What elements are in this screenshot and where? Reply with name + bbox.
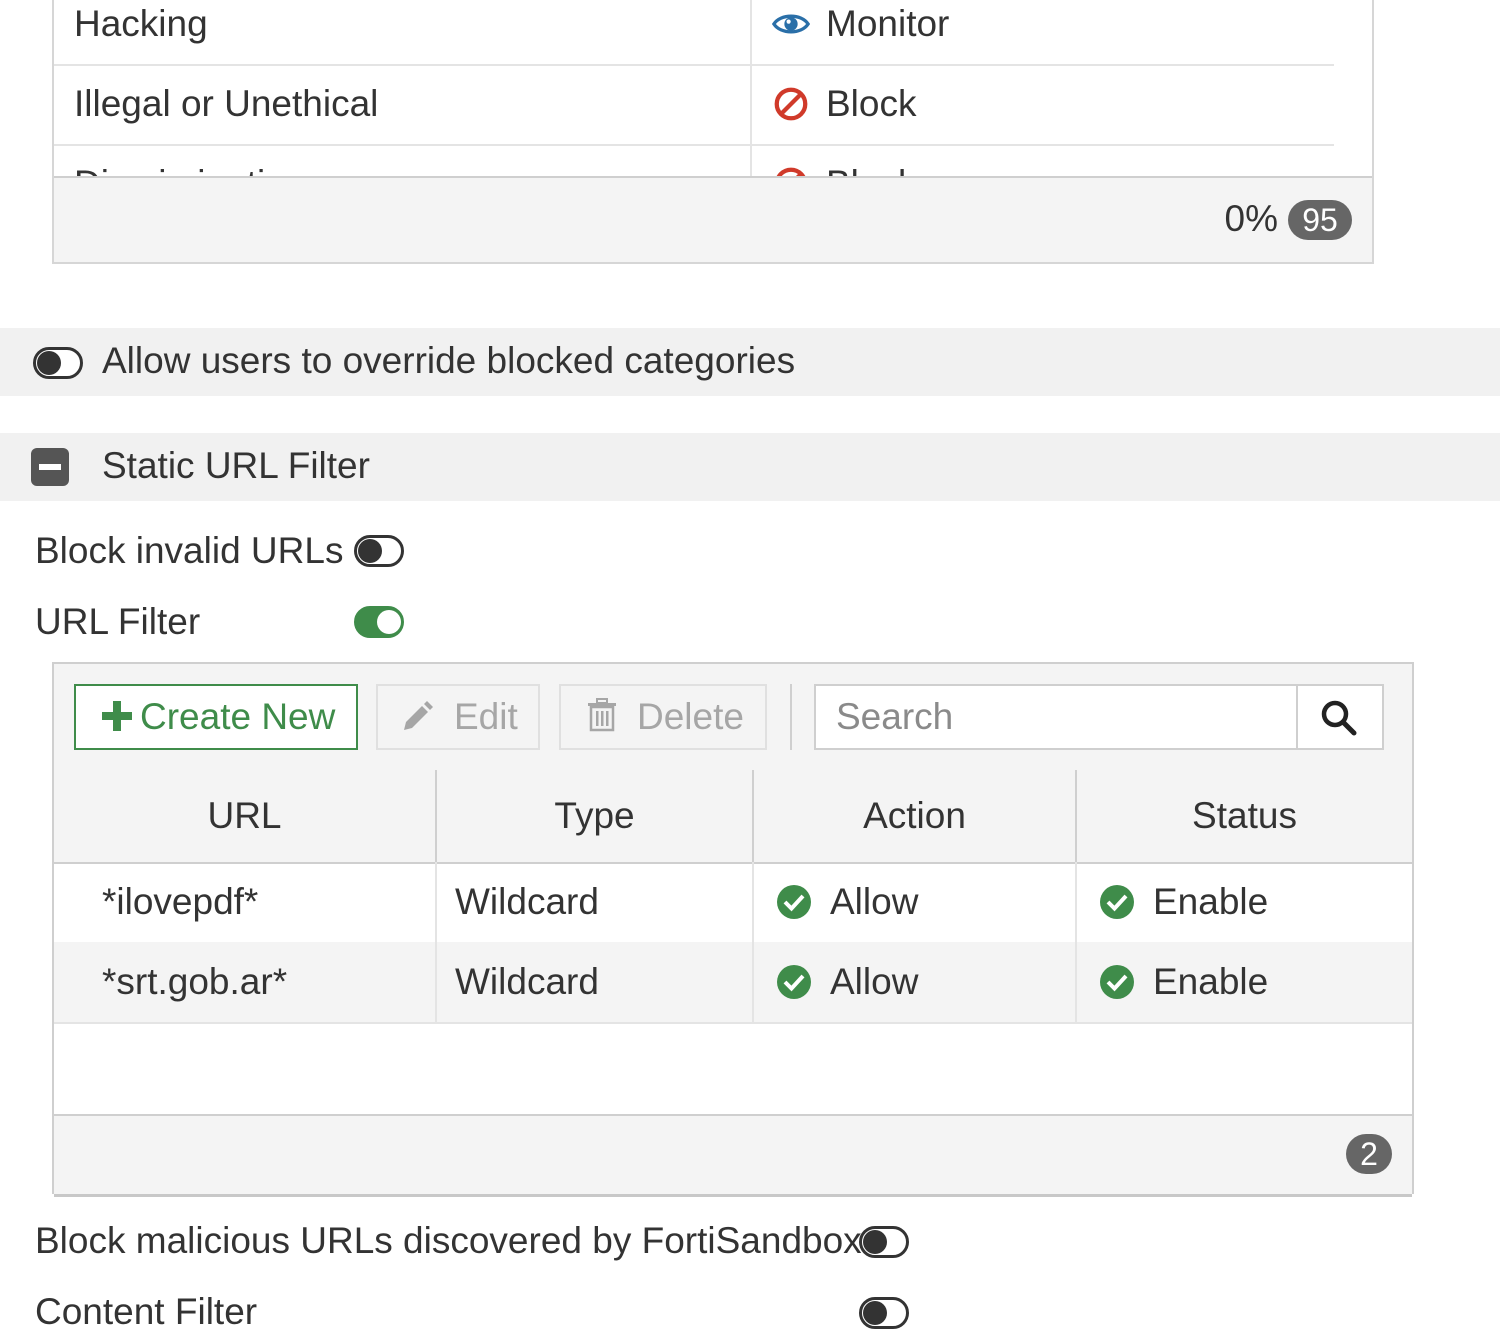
eye-icon xyxy=(772,14,810,34)
category-name: Discrimination xyxy=(54,144,752,176)
block-invalid-urls-toggle[interactable] xyxy=(354,535,404,567)
edit-button[interactable]: Edit xyxy=(376,684,540,750)
block-icon xyxy=(774,87,808,121)
status-label: Enable xyxy=(1153,881,1269,922)
override-bar: Allow users to override blocked categori… xyxy=(0,328,1500,396)
category-action[interactable]: Block xyxy=(752,144,1334,176)
check-circle-icon xyxy=(777,885,811,919)
category-table-footer: 0% 95 xyxy=(54,176,1372,262)
minus-square-icon[interactable] xyxy=(31,448,69,486)
status-label: Enable xyxy=(1153,961,1269,1002)
url-filter-toolbar: Create New Edit Delete xyxy=(54,664,1412,772)
content-filter-label: Content Filter xyxy=(35,1291,258,1332)
url-cell: *srt.gob.ar* xyxy=(54,942,437,1022)
table-footer: 2 xyxy=(54,1114,1412,1197)
override-toggle[interactable] xyxy=(33,347,83,379)
category-list: Hacking Monitor Illegal or Unethical Blo… xyxy=(54,0,1334,176)
block-icon xyxy=(776,167,806,176)
content-filter-toggle[interactable] xyxy=(859,1297,909,1329)
pencil-icon xyxy=(404,701,433,730)
create-new-label: Create New xyxy=(140,696,336,737)
category-action[interactable]: Monitor xyxy=(752,0,1334,64)
section-title: Static URL Filter xyxy=(102,445,370,486)
category-count-badge: 95 xyxy=(1288,200,1352,240)
table-row[interactable]: *srt.gob.ar* Wildcard Allow Enable xyxy=(54,942,1412,1024)
sandbox-label: Block malicious URLs discovered by Forti… xyxy=(35,1220,862,1261)
table-row[interactable]: *ilovepdf* Wildcard Allow Enable xyxy=(54,862,1412,944)
category-name: Hacking xyxy=(54,0,752,64)
category-action-label: Block xyxy=(826,163,916,176)
override-label: Allow users to override blocked categori… xyxy=(102,340,796,381)
delete-button[interactable]: Delete xyxy=(559,684,767,750)
search-icon xyxy=(1321,700,1357,736)
status-cell: Enable xyxy=(1077,942,1412,1022)
edit-label: Edit xyxy=(454,696,518,737)
category-row[interactable]: Hacking Monitor xyxy=(54,0,1334,66)
url-filter-panel: Create New Edit Delete Search URL Type A… xyxy=(52,662,1414,1197)
action-cell: Allow xyxy=(754,942,1077,1022)
create-new-button[interactable]: Create New xyxy=(74,684,358,750)
static-url-filter-header[interactable]: Static URL Filter xyxy=(0,433,1500,501)
category-name: Illegal or Unethical xyxy=(54,64,752,144)
url-cell: *ilovepdf* xyxy=(54,862,437,942)
action-label: Allow xyxy=(830,881,919,922)
category-table: Hacking Monitor Illegal or Unethical Blo… xyxy=(52,0,1374,264)
search-box[interactable] xyxy=(814,684,1384,750)
url-filter-toggle[interactable] xyxy=(354,606,404,638)
column-header-action[interactable]: Action xyxy=(754,770,1077,862)
status-cell: Enable xyxy=(1077,862,1412,942)
check-circle-icon xyxy=(777,965,811,999)
search-input[interactable] xyxy=(816,686,1300,748)
check-circle-icon xyxy=(1100,885,1134,919)
check-circle-icon xyxy=(1100,965,1134,999)
type-cell: Wildcard xyxy=(437,942,754,1022)
search-button[interactable] xyxy=(1296,686,1382,748)
toolbar-divider xyxy=(790,684,792,750)
delete-label: Delete xyxy=(637,696,744,737)
column-header-type[interactable]: Type xyxy=(437,770,754,862)
action-cell: Allow xyxy=(754,862,1077,942)
action-label: Allow xyxy=(830,961,919,1002)
plus-icon xyxy=(102,701,132,731)
category-row[interactable]: Illegal or Unethical Block xyxy=(54,64,1334,146)
url-filter-label: URL Filter xyxy=(35,601,201,642)
sandbox-toggle[interactable] xyxy=(859,1226,909,1258)
category-row[interactable]: Discrimination Block xyxy=(54,144,1334,176)
category-action-label: Block xyxy=(826,83,917,124)
category-action[interactable]: Block xyxy=(752,64,1334,144)
block-invalid-urls-label: Block invalid URLs xyxy=(35,530,344,571)
category-action-label: Monitor xyxy=(826,3,950,44)
table-header: URL Type Action Status xyxy=(54,770,1412,864)
category-percent: 0% xyxy=(1224,198,1278,239)
type-cell: Wildcard xyxy=(437,862,754,942)
column-header-url[interactable]: URL xyxy=(54,770,437,862)
column-header-status[interactable]: Status xyxy=(1077,770,1412,862)
trash-icon xyxy=(588,698,616,732)
row-count-badge: 2 xyxy=(1346,1134,1392,1174)
